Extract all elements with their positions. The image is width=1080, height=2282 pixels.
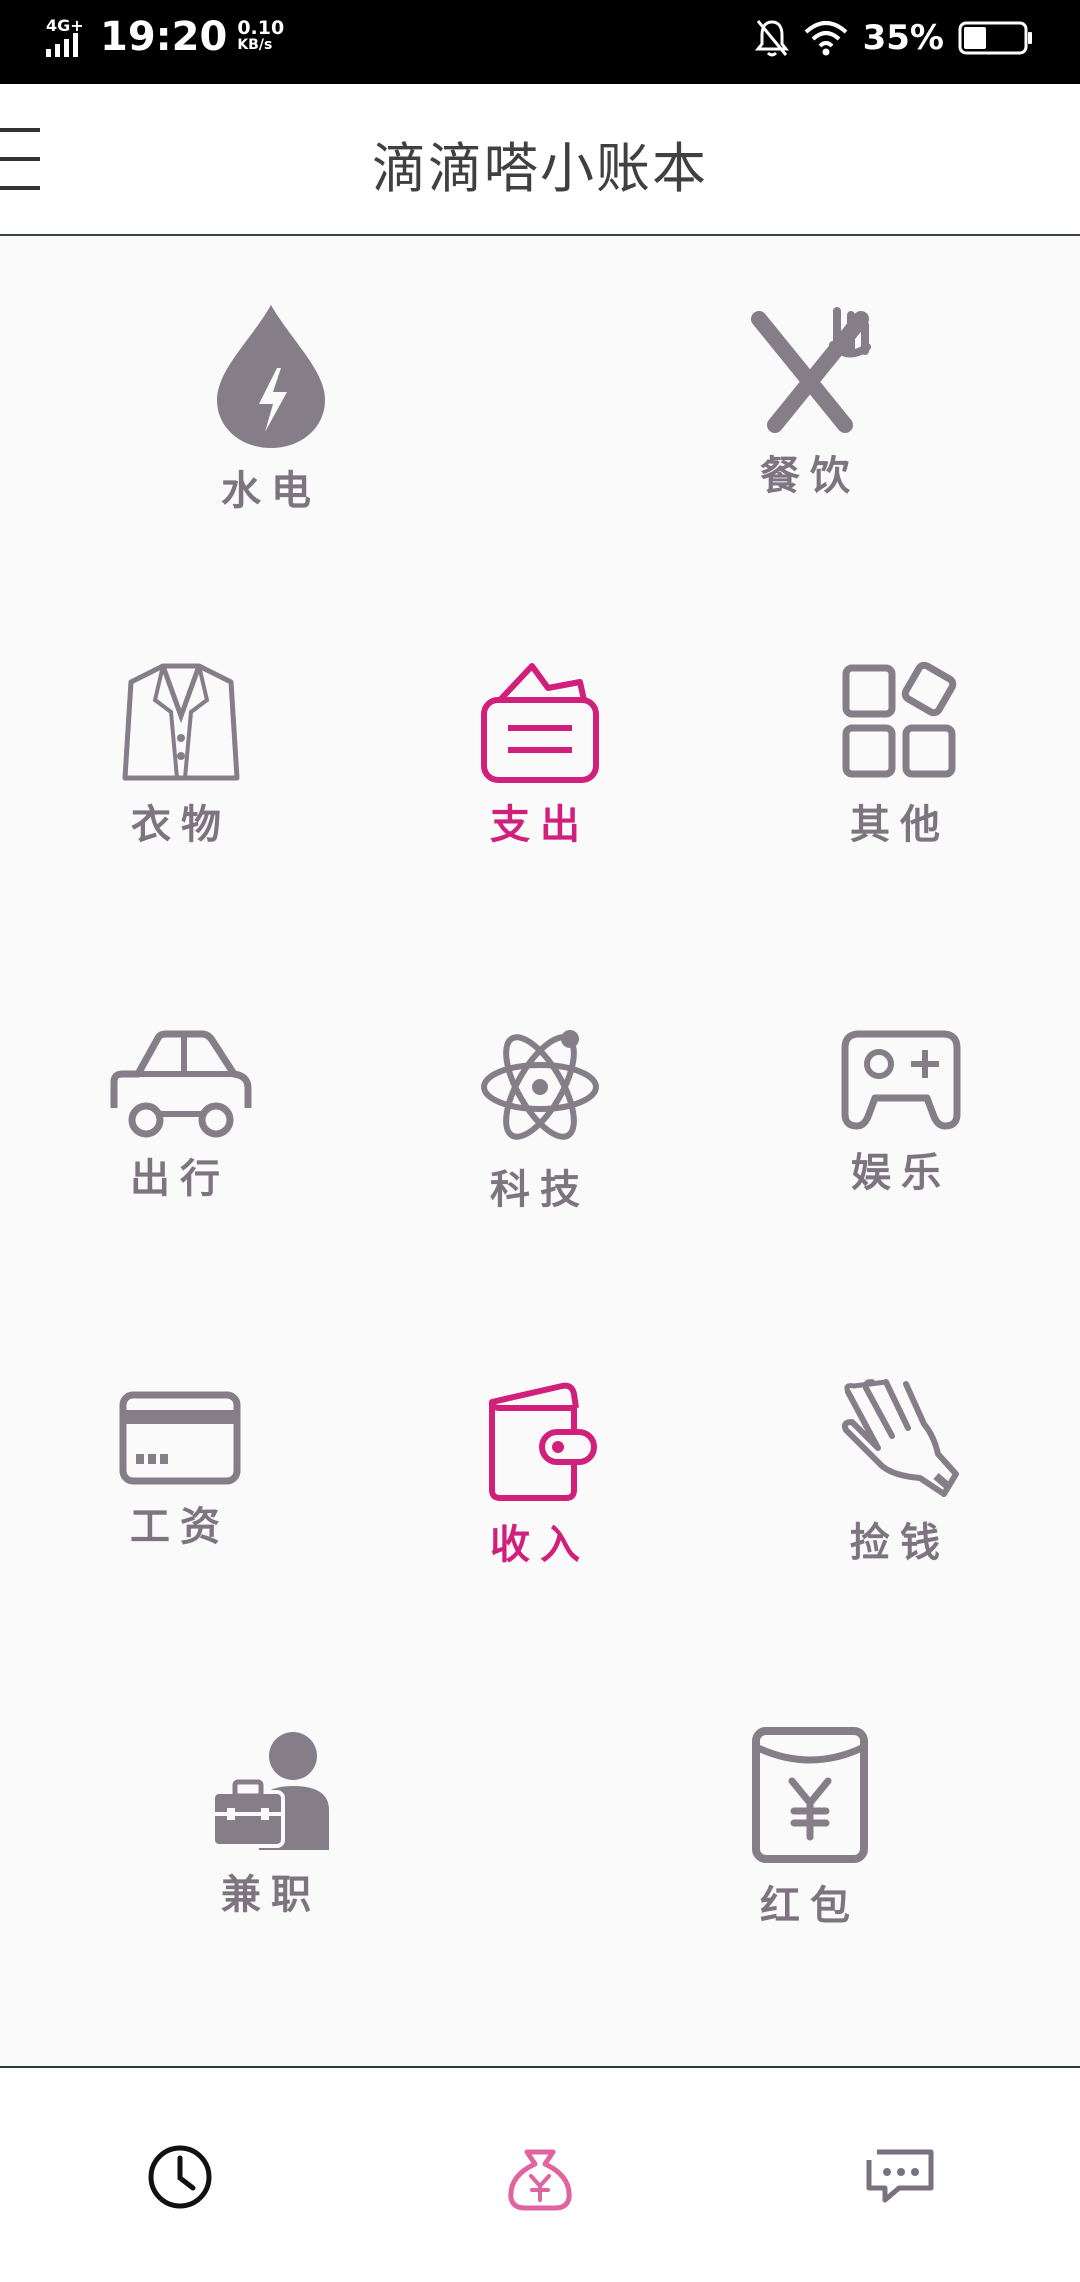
page-title: 滴滴嗒小账本 — [372, 137, 708, 200]
category-label: 水电 — [221, 468, 321, 514]
signal-icon: 4G+ — [46, 16, 84, 57]
hand-icon — [841, 1379, 959, 1497]
category-red-envelope[interactable]: 红包 — [735, 1725, 885, 1931]
category-label: 收入 — [490, 1522, 590, 1568]
category-water-electricity[interactable]: 水电 — [196, 300, 346, 516]
category-part-time[interactable]: 兼职 — [196, 1730, 346, 1920]
category-other[interactable]: 其他 — [825, 660, 975, 850]
battery-icon — [958, 21, 1032, 55]
category-label: 兼职 — [221, 1872, 321, 1918]
category-label: 娱乐 — [851, 1150, 951, 1196]
app-header: 滴滴嗒小账本 — [0, 84, 1080, 236]
category-entertainment[interactable]: 娱乐 — [826, 1028, 976, 1198]
wallet-icon — [489, 1382, 597, 1501]
fork-knife-icon — [751, 307, 871, 433]
mute-bell-icon — [754, 20, 789, 57]
car-icon — [110, 1030, 252, 1138]
water-electricity-icon — [217, 305, 325, 448]
category-dining[interactable]: 餐饮 — [735, 305, 885, 501]
category-clothing[interactable]: 衣物 — [106, 660, 256, 850]
category-label: 出行 — [130, 1156, 230, 1202]
category-tech[interactable]: 科技 — [465, 1025, 615, 1215]
category-label: 其他 — [850, 802, 950, 848]
category-found-money[interactable]: 捡钱 — [825, 1378, 975, 1568]
category-salary[interactable]: 工资 — [105, 1390, 255, 1552]
status-bar: 4G+ 19:20 0.10 KB/s 35% — [0, 0, 1080, 84]
category-label: 工资 — [130, 1504, 230, 1550]
category-travel[interactable]: 出行 — [105, 1028, 255, 1204]
status-time: 19:20 — [100, 14, 228, 60]
atom-icon — [481, 1030, 599, 1140]
expense-card-icon — [481, 663, 599, 783]
network-speed: 0.10 KB/s — [237, 17, 285, 54]
bottom-navigation — [0, 2066, 1080, 2282]
money-bag-icon[interactable] — [505, 2142, 575, 2212]
chat-icon[interactable] — [865, 2142, 935, 2212]
gamepad-icon — [841, 1030, 961, 1130]
battery-percent: 35% — [862, 18, 944, 58]
clock-icon[interactable] — [145, 2142, 215, 2212]
category-income[interactable]: 收入 — [465, 1380, 615, 1570]
speed-unit: KB/s — [237, 37, 273, 53]
category-expense[interactable]: 支出 — [465, 660, 615, 850]
wifi-icon — [804, 21, 847, 56]
speed-value: 0.10 — [237, 17, 285, 39]
category-label: 科技 — [490, 1167, 590, 1213]
network-type: 4G+ — [46, 16, 84, 35]
red-envelope-icon — [752, 1727, 868, 1863]
jacket-icon — [122, 663, 240, 781]
other-grid-icon — [842, 661, 957, 778]
category-label: 捡钱 — [850, 1520, 950, 1566]
category-label: 红包 — [760, 1883, 860, 1929]
briefcase-person-icon — [211, 1732, 329, 1850]
credit-card-icon — [119, 1391, 241, 1485]
category-label: 衣物 — [131, 802, 231, 848]
category-label: 餐饮 — [760, 453, 860, 499]
category-label: 支出 — [490, 802, 590, 848]
